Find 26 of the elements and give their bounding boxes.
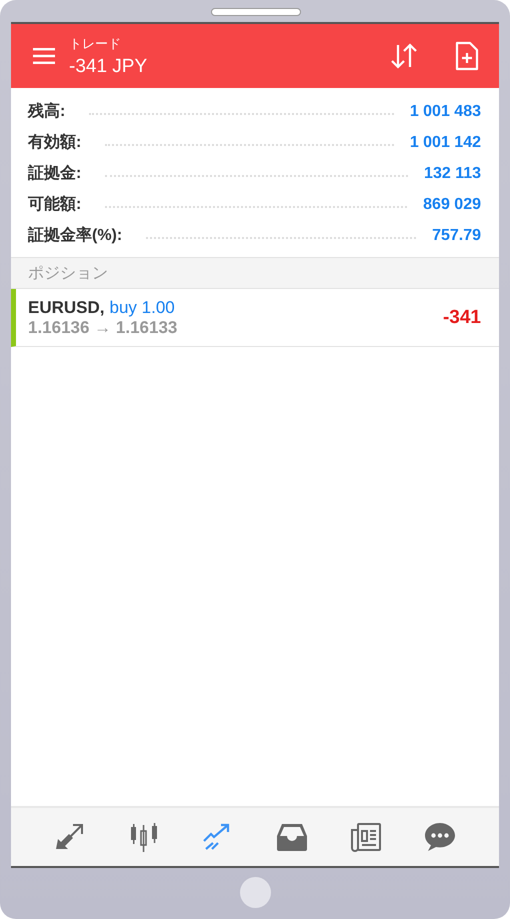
header-title: -341 JPY (69, 56, 148, 78)
summary-label: 証拠金率(%): (28, 225, 122, 246)
inbox-icon[interactable] (276, 823, 308, 851)
position-row[interactable]: EURUSD, buy 1.00 1.16136 → 1.16133 -341 (11, 289, 499, 347)
position-symbol: EURUSD, (28, 298, 105, 318)
position-prices: 1.16136 → 1.16133 (28, 318, 178, 338)
summary-label: 証拠金: (28, 163, 82, 184)
summary-value: 1 001 142 (410, 134, 481, 152)
position-order: buy 1.00 (110, 298, 175, 318)
new-document-icon[interactable] (455, 41, 479, 71)
section-title: ポジション (28, 264, 108, 284)
newspaper-icon[interactable] (350, 822, 382, 852)
summary-label: 有効額: (28, 132, 82, 153)
diagonal-arrows-icon[interactable] (54, 823, 86, 851)
position-profit: -341 (442, 306, 481, 328)
summary-value: 869 029 (423, 196, 481, 214)
menu-icon[interactable] (33, 48, 55, 64)
summary-label: 可能額: (28, 194, 82, 215)
chat-bubble-icon[interactable] (424, 822, 456, 852)
summary-value: 1 001 483 (410, 102, 481, 120)
summary-value: 757.79 (432, 226, 481, 244)
summary-value: 132 113 (424, 164, 481, 182)
sort-icon[interactable] (389, 41, 419, 71)
summary-label: 残高: (28, 101, 66, 122)
header-subtitle: トレード (69, 34, 122, 52)
candlestick-icon[interactable] (128, 822, 160, 852)
